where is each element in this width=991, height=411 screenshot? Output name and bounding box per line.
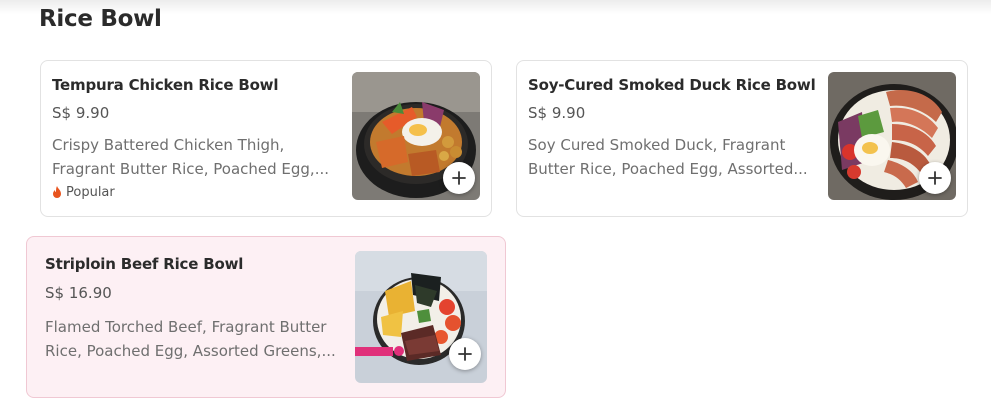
item-description: Soy Cured Smoked Duck, Fragrant Butter R…: [528, 133, 808, 181]
add-button[interactable]: [443, 162, 475, 194]
item-description: Crispy Battered Chicken Thigh, Fragrant …: [52, 133, 329, 181]
menu-item-card-smoked-duck[interactable]: Soy-Cured Smoked Duck Rice Bowl S$ 9.90 …: [516, 60, 968, 217]
item-price: S$ 9.90: [52, 104, 110, 122]
item-price: S$ 16.90: [45, 284, 112, 302]
plus-icon: [928, 171, 942, 185]
add-button[interactable]: [449, 338, 481, 370]
item-description-line: Butter Rice, Poached Egg, Assorted...: [528, 160, 808, 178]
item-description-line: Flamed Torched Beef, Fragrant Butter: [45, 318, 327, 336]
item-description: Flamed Torched Beef, Fragrant Butter Ric…: [45, 315, 336, 363]
item-name: Striploin Beef Rice Bowl: [45, 255, 244, 273]
add-button[interactable]: [919, 162, 951, 194]
flame-icon: [53, 186, 61, 198]
item-name: Tempura Chicken Rice Bowl: [52, 76, 279, 94]
popular-badge: Popular: [52, 185, 115, 200]
menu-item-card-striploin-beef[interactable]: Striploin Beef Rice Bowl S$ 16.90 Flamed…: [26, 236, 506, 398]
plus-icon: [452, 171, 466, 185]
item-description-line: Fragrant Butter Rice, Poached Egg,...: [52, 160, 330, 178]
item-description-line: Soy Cured Smoked Duck, Fragrant: [528, 136, 786, 154]
popular-label: Popular: [66, 185, 115, 200]
menu-item-card-tempura-chicken[interactable]: Tempura Chicken Rice Bowl S$ 9.90 Crispy…: [40, 60, 492, 217]
item-description-line: Rice, Poached Egg, Assorted Greens,...: [45, 342, 336, 360]
section-title: Rice Bowl: [39, 6, 162, 32]
item-description-line: Crispy Battered Chicken Thigh,: [52, 136, 285, 154]
plus-icon: [458, 347, 472, 361]
item-name: Soy-Cured Smoked Duck Rice Bowl: [528, 76, 816, 94]
item-price: S$ 9.90: [528, 104, 586, 122]
